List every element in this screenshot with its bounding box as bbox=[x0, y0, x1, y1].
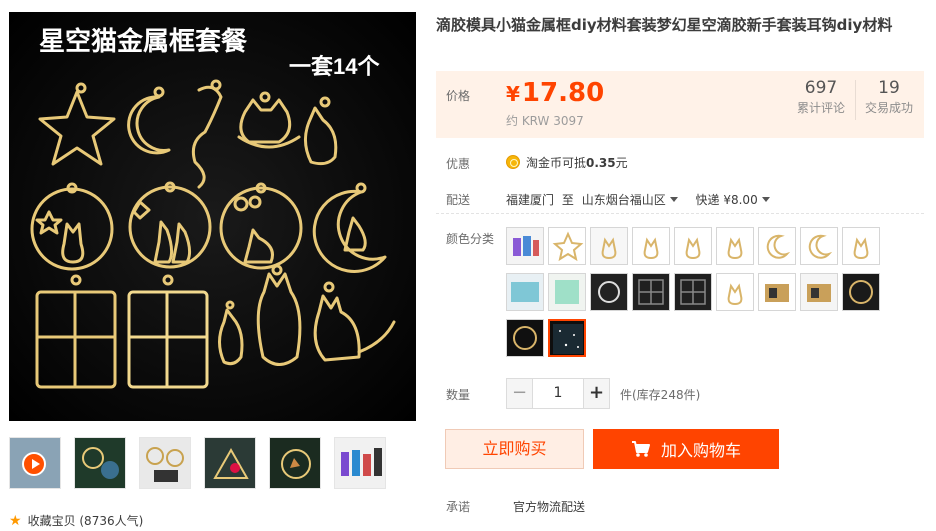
price-amount: 17.80 bbox=[521, 78, 605, 108]
shipping-method: 快递 ¥8.00 bbox=[695, 193, 758, 207]
color-option-image bbox=[555, 280, 579, 304]
thumbnail-strip bbox=[9, 437, 416, 493]
thumbnail-video[interactable] bbox=[9, 437, 61, 489]
color-option-2[interactable] bbox=[548, 227, 586, 265]
play-icon bbox=[22, 452, 46, 476]
quantity-label: 数量 bbox=[446, 388, 471, 402]
color-option-4[interactable] bbox=[632, 227, 670, 265]
color-option-image bbox=[853, 237, 869, 260]
promo-content: 淘金币可抵0.35元 bbox=[506, 154, 628, 171]
color-option-14[interactable] bbox=[674, 273, 712, 311]
reviews-count: 697 bbox=[804, 78, 838, 98]
main-image-title: 星空猫金属框套餐 bbox=[39, 26, 248, 56]
promo-label: 优惠 bbox=[446, 157, 471, 171]
color-option-image bbox=[807, 284, 831, 302]
color-option-image bbox=[598, 281, 620, 303]
promise-text: 官方物流配送 bbox=[513, 500, 586, 514]
add-to-cart-button[interactable]: 加入购物车 bbox=[593, 429, 779, 469]
color-label: 颜色分类 bbox=[446, 232, 495, 246]
color-option-16[interactable] bbox=[758, 273, 796, 311]
color-option-image bbox=[680, 279, 706, 305]
chevron-down-icon bbox=[669, 197, 678, 202]
thumbnail-6[interactable] bbox=[334, 437, 386, 489]
color-option-13[interactable] bbox=[632, 273, 670, 311]
cart-icon bbox=[631, 441, 650, 457]
color-option-image bbox=[765, 284, 789, 302]
shipping-method-select[interactable]: 快递 ¥8.00 bbox=[696, 193, 770, 207]
color-option-7[interactable] bbox=[758, 227, 796, 265]
add-to-cart-label: 加入购物车 bbox=[660, 441, 741, 460]
coin-icon bbox=[506, 155, 520, 169]
price-value: ¥17.80 bbox=[506, 76, 604, 111]
favorite-label: 收藏宝贝 (8736人气) bbox=[27, 514, 144, 528]
color-option-20[interactable] bbox=[548, 319, 586, 357]
sales-stat: 19 交易成功 bbox=[854, 77, 924, 117]
promo-unit: 元 bbox=[615, 156, 628, 170]
promise-label: 承诺 bbox=[446, 500, 471, 514]
favorite-item[interactable]: ★ 收藏宝贝 (8736人气) bbox=[9, 512, 143, 529]
delivery-destination: 山东烟台福山区 bbox=[581, 193, 666, 207]
quantity-input[interactable]: 1 bbox=[533, 378, 583, 409]
promo-text: 淘金币可抵 bbox=[526, 156, 587, 170]
color-option-image bbox=[552, 231, 584, 262]
buy-now-button[interactable]: 立即购买 bbox=[445, 429, 584, 469]
color-option-8[interactable] bbox=[800, 227, 838, 265]
color-option-image bbox=[727, 283, 743, 306]
chevron-down-icon bbox=[761, 197, 770, 202]
delivery-destination-select[interactable]: 山东烟台福山区 bbox=[582, 193, 678, 207]
color-option-5[interactable] bbox=[674, 227, 712, 265]
delivery-content: 福建厦门 至 山东烟台福山区 快递 ¥8.00 bbox=[506, 191, 770, 208]
reviews-stat[interactable]: 697 累计评论 bbox=[786, 77, 856, 117]
promo-amount: 0.35 bbox=[586, 156, 616, 170]
quantity-stepper: − 1 + bbox=[506, 378, 610, 409]
stock-text: 件(库存248件) bbox=[620, 388, 701, 402]
delivery-label: 配送 bbox=[446, 193, 471, 207]
price-krw: 约 KRW 3097 bbox=[506, 114, 584, 128]
color-option-3[interactable] bbox=[590, 227, 628, 265]
main-image-subtitle: 一套14个 bbox=[289, 54, 380, 79]
sales-count: 19 bbox=[878, 78, 900, 98]
color-option-image bbox=[513, 236, 539, 256]
star-icon: ★ bbox=[9, 512, 22, 529]
color-option-10[interactable] bbox=[506, 273, 544, 311]
product-page: 星空猫金属框套餐 一套14个 ★ 收藏宝贝 (8736人气) 滴胶模具小猫金属框… bbox=[0, 0, 936, 531]
section-divider bbox=[436, 213, 924, 214]
reviews-label: 累计评论 bbox=[796, 101, 845, 115]
color-option-1[interactable] bbox=[506, 227, 544, 265]
color-option-9[interactable] bbox=[842, 227, 880, 265]
color-option-12[interactable] bbox=[590, 273, 628, 311]
color-option-image bbox=[638, 279, 664, 305]
delivery-from: 福建厦门 bbox=[506, 193, 555, 207]
price-label: 价格 bbox=[446, 89, 471, 103]
color-option-image bbox=[849, 280, 873, 304]
thumbnail-5[interactable] bbox=[269, 437, 321, 489]
color-option-15[interactable] bbox=[716, 273, 754, 311]
color-option-image bbox=[766, 234, 791, 259]
sales-label: 交易成功 bbox=[864, 101, 913, 115]
color-option-18[interactable] bbox=[842, 273, 880, 311]
color-option-19[interactable] bbox=[506, 319, 544, 357]
thumbnail-2[interactable] bbox=[74, 437, 126, 489]
color-option-image bbox=[727, 237, 743, 260]
color-option-image bbox=[513, 326, 537, 350]
color-option-image bbox=[601, 237, 617, 260]
color-option-image bbox=[553, 324, 583, 354]
color-option-6[interactable] bbox=[716, 227, 754, 265]
currency-symbol: ¥ bbox=[506, 82, 520, 106]
color-option-image bbox=[511, 282, 539, 302]
thumbnail-3[interactable] bbox=[139, 437, 191, 489]
price-panel: 价格 ¥17.80 约 KRW 3097 697 累计评论 19 交易成功 bbox=[436, 71, 924, 138]
color-option-11[interactable] bbox=[548, 273, 586, 311]
thumbnail-4[interactable] bbox=[204, 437, 256, 489]
product-title: 滴胶模具小猫金属框diy材料套装梦幻星空滴胶新手套装耳钩diy材料 bbox=[436, 16, 893, 34]
decrease-button[interactable]: − bbox=[506, 378, 533, 409]
color-option-image bbox=[685, 237, 701, 260]
color-option-image bbox=[643, 237, 659, 260]
increase-button[interactable]: + bbox=[583, 378, 610, 409]
delivery-to-word: 至 bbox=[561, 193, 574, 207]
color-option-image bbox=[808, 234, 833, 259]
color-option-17[interactable] bbox=[800, 273, 838, 311]
main-product-image[interactable]: 星空猫金属框套餐 一套14个 bbox=[9, 12, 416, 421]
